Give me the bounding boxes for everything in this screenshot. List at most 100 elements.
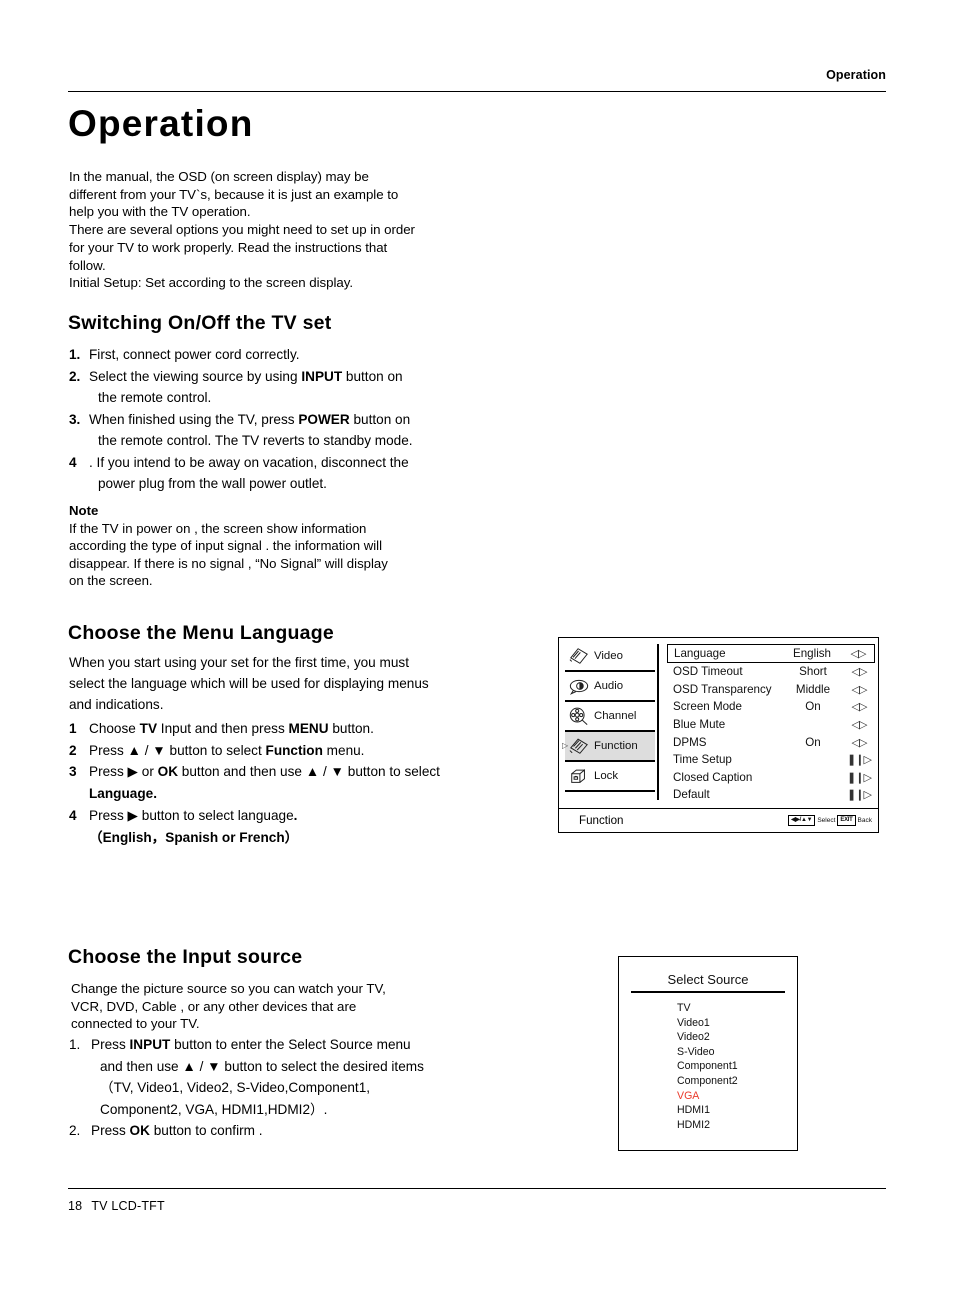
- step-text: Select the viewing source by using INPUT…: [89, 366, 499, 388]
- list-item-component1[interactable]: Component1: [677, 1059, 797, 1074]
- list-item: 2 Press ▲ / ▼ button to select Function …: [69, 740, 499, 762]
- osd-row-language[interactable]: Language English ◁▷: [667, 644, 875, 663]
- step-keyword-2: MENU: [288, 721, 329, 736]
- step-text-b: Input and then press: [157, 721, 289, 736]
- left-right-arrows-icon[interactable]: ◁▷: [846, 736, 872, 749]
- step-text-a: Choose: [89, 721, 140, 736]
- osd-row-default[interactable]: Default ❚❙▷: [673, 786, 872, 804]
- step-text-line3: （TV, Video1, Video2, S-Video,Component1,: [100, 1080, 371, 1095]
- step-text-line2: the remote control. The TV reverts to st…: [98, 433, 413, 448]
- section-heading-input-source: Choose the Input source: [68, 946, 303, 968]
- list-item: 4 Press ▶ button to select language. （En…: [69, 805, 499, 848]
- audio-icon: [568, 676, 590, 696]
- step-number: 3.: [69, 411, 81, 427]
- osd-function-menu[interactable]: Video Audio Channel ▷ Function Lock Lang…: [558, 637, 879, 833]
- list-item: 3 Press ▶ or OK button and then use ▲ / …: [69, 761, 499, 804]
- osd-row-osd-transparency[interactable]: OSD Transparency Middle ◁▷: [673, 681, 872, 699]
- left-right-arrows-icon[interactable]: ◁▷: [846, 665, 872, 678]
- navigation-key-label: Select: [817, 817, 836, 824]
- list-item-s-video[interactable]: S-Video: [677, 1045, 797, 1060]
- left-right-arrows-icon[interactable]: ◁▷: [845, 647, 871, 660]
- list-item-component2[interactable]: Component2: [677, 1074, 797, 1089]
- intro-line: different from your TV`s, because it is …: [69, 186, 399, 202]
- enter-submenu-icon[interactable]: ❚❙▷: [846, 753, 872, 766]
- intro-line: Change the picture source so you can wat…: [71, 981, 386, 996]
- list-item-tv[interactable]: TV: [677, 1001, 797, 1016]
- osd-row-time-setup[interactable]: Time Setup ❚❙▷: [673, 751, 872, 769]
- enter-submenu-icon[interactable]: ❚❙▷: [846, 771, 872, 784]
- list-item: 2. Press OK button to confirm .: [69, 1120, 499, 1142]
- step-text-a: Press ▲ / ▼ button to select: [89, 742, 266, 758]
- step-text-line2: （English，Spanish or French）: [89, 829, 299, 845]
- intro-line: connected to your TV.: [71, 1016, 200, 1032]
- step-keyword: INPUT: [301, 368, 343, 384]
- page-header: Operation: [68, 68, 886, 94]
- page-number: 18: [68, 1199, 83, 1213]
- osd-row-value: Middle: [795, 682, 831, 696]
- step-keyword: TV: [139, 721, 158, 736]
- step-text-a: Press: [91, 1123, 130, 1138]
- note-line: according the type of input signal . the…: [69, 538, 383, 554]
- note-line: on the screen.: [69, 573, 153, 589]
- switching-steps-list: 1. First, connect power cord correctly. …: [69, 344, 499, 495]
- osd-row-osd-timeout[interactable]: OSD Timeout Short ◁▷: [673, 663, 872, 681]
- step-number: 2.: [69, 368, 81, 384]
- osd-row-blue-mute[interactable]: Blue Mute ◁▷: [673, 716, 872, 734]
- step-number: 2: [69, 742, 77, 758]
- osd-nav-item-audio[interactable]: Audio: [565, 672, 655, 702]
- osd-row-label: Closed Caption: [673, 770, 753, 784]
- osd-nav-item-channel[interactable]: Channel: [565, 702, 655, 732]
- list-item: 4 . If you intend to be away on vacation…: [69, 452, 499, 495]
- step-text-a: Press ▶ or: [89, 764, 158, 780]
- note-line: disappear. If there is no signal , “No S…: [69, 555, 388, 571]
- document-name: TV LCD-TFT: [91, 1199, 165, 1213]
- note-block: Note If the TV in power on , the screen …: [69, 502, 489, 590]
- osd-row-value: Short: [799, 665, 827, 679]
- osd-row-label: Screen Mode: [673, 700, 742, 714]
- enter-submenu-icon[interactable]: ❚❙▷: [846, 788, 872, 801]
- list-item-hdmi2[interactable]: HDMI2: [677, 1118, 797, 1133]
- osd-nav-item-video[interactable]: Video: [565, 642, 655, 672]
- page-footer: 18 TV LCD-TFT: [68, 1188, 886, 1213]
- osd-status-title: Function: [579, 814, 624, 827]
- osd-nav-item-lock[interactable]: Lock: [565, 762, 655, 792]
- step-text-line2: power plug from the wall power outlet.: [98, 476, 327, 491]
- osd-body: Video Audio Channel ▷ Function Lock Lang…: [559, 638, 878, 808]
- page-title: Operation: [68, 103, 254, 144]
- step-number: 4: [69, 807, 77, 823]
- list-item: 3. When finished using the TV, press POW…: [69, 409, 499, 452]
- intro-line: Initial Setup: Set according to the scre…: [69, 275, 353, 291]
- osd-nav-label: Video: [594, 650, 623, 662]
- intro-line: follow.: [69, 257, 106, 273]
- footer-text: 18 TV LCD-TFT: [68, 1199, 886, 1213]
- select-source-dialog[interactable]: Select Source TV Video1 Video2 S-Video C…: [618, 956, 798, 1151]
- left-right-arrows-icon[interactable]: ◁▷: [846, 683, 872, 696]
- osd-status-bar: Function ◀▶/▲▼ Select EXIT Back: [559, 808, 878, 832]
- osd-row-closed-caption[interactable]: Closed Caption ❚❙▷: [673, 769, 872, 787]
- intro-line: In the manual, the OSD (on screen displa…: [69, 169, 369, 184]
- intro-line: When you start using your set for the fi…: [69, 655, 409, 670]
- header-rule: [68, 91, 886, 92]
- list-item-video2[interactable]: Video2: [677, 1030, 797, 1045]
- osd-row-value: On: [805, 735, 821, 749]
- header-title: Operation: [826, 68, 886, 82]
- list-item-video1[interactable]: Video1: [677, 1016, 797, 1031]
- osd-row-screen-mode[interactable]: Screen Mode On ◁▷: [673, 698, 872, 716]
- osd-row-label: Blue Mute: [673, 718, 726, 732]
- step-text-b: button and then use ▲ / ▼ button to sele…: [178, 764, 440, 780]
- osd-nav-item-function[interactable]: ▷ Function: [562, 732, 655, 762]
- section-heading-switching: Switching On/Off the TV set: [68, 312, 332, 334]
- list-item: 1. First, connect power cord correctly.: [69, 344, 499, 366]
- left-right-arrows-icon[interactable]: ◁▷: [846, 700, 872, 713]
- step-keyword: INPUT: [129, 1037, 171, 1052]
- step-number: 3: [69, 764, 77, 780]
- step-text-a: Press: [91, 1037, 130, 1052]
- list-item-vga[interactable]: VGA: [677, 1089, 797, 1104]
- osd-row-dpms[interactable]: DPMS On ◁▷: [673, 733, 872, 751]
- osd-nav-label: Lock: [594, 770, 619, 782]
- lock-icon: [568, 766, 590, 786]
- left-right-arrows-icon[interactable]: ◁▷: [846, 718, 872, 731]
- step-text-a: Press ▶ button to select language: [89, 807, 294, 823]
- intro-line: select the language which will be used f…: [69, 676, 429, 691]
- list-item-hdmi1[interactable]: HDMI1: [677, 1103, 797, 1118]
